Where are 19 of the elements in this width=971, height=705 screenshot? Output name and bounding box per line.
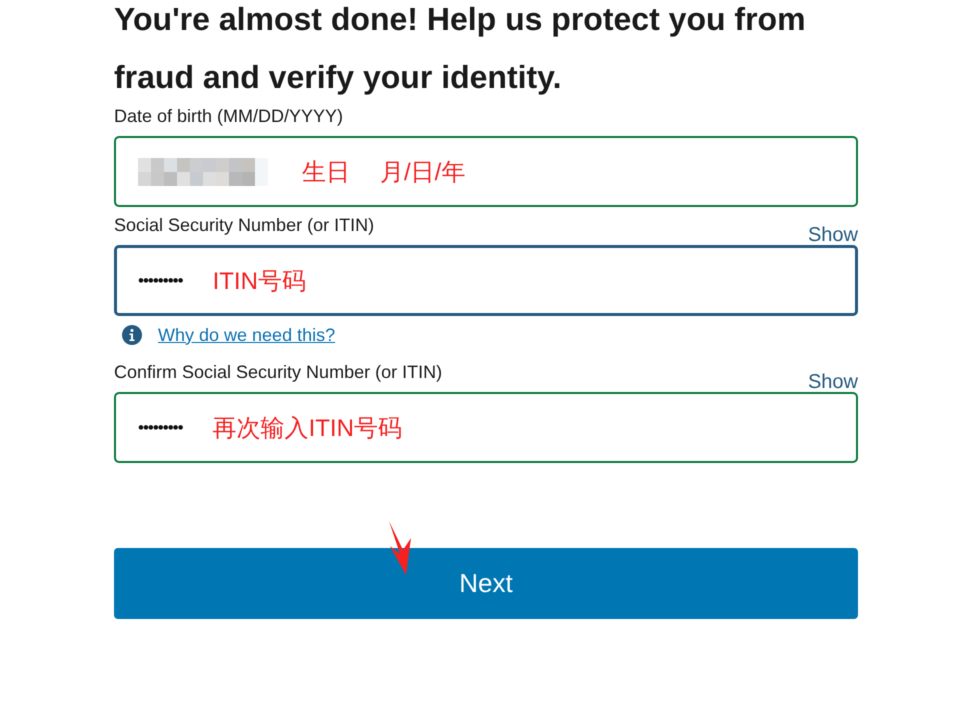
masked-value: ••••••••• [138,270,183,290]
info-icon [122,325,142,345]
next-button[interactable]: Next [114,548,858,619]
annotation-text: ITIN号码 [212,266,306,296]
input-field[interactable]: 生日 月/日/年 [114,136,858,207]
help-link[interactable]: Why do we need this? [158,324,336,346]
show-toggle[interactable]: Show [808,224,858,247]
input-field[interactable]: ••••••••• 再次输入ITIN号码 [114,392,858,463]
annotation-text: 再次输入ITIN号码 [212,414,402,444]
field-label: Date of birth (MM/DD/YYYY) [114,106,344,128]
input-field[interactable]: ••••••••• ITIN号码 [114,245,858,316]
show-toggle[interactable]: Show [808,371,858,394]
field-label: Confirm Social Security Number (or ITIN) [114,362,442,384]
page-heading: You're almost done! Help us protect you from fraud and verify your identity. [114,0,807,97]
masked-value: ••••••••• [138,418,183,438]
field-label: Social Security Number (or ITIN) [114,215,374,237]
annotation-text: 生日 [302,158,350,188]
annotation-arrow [388,520,412,576]
annotation-text: 月/日/年 [380,158,466,188]
